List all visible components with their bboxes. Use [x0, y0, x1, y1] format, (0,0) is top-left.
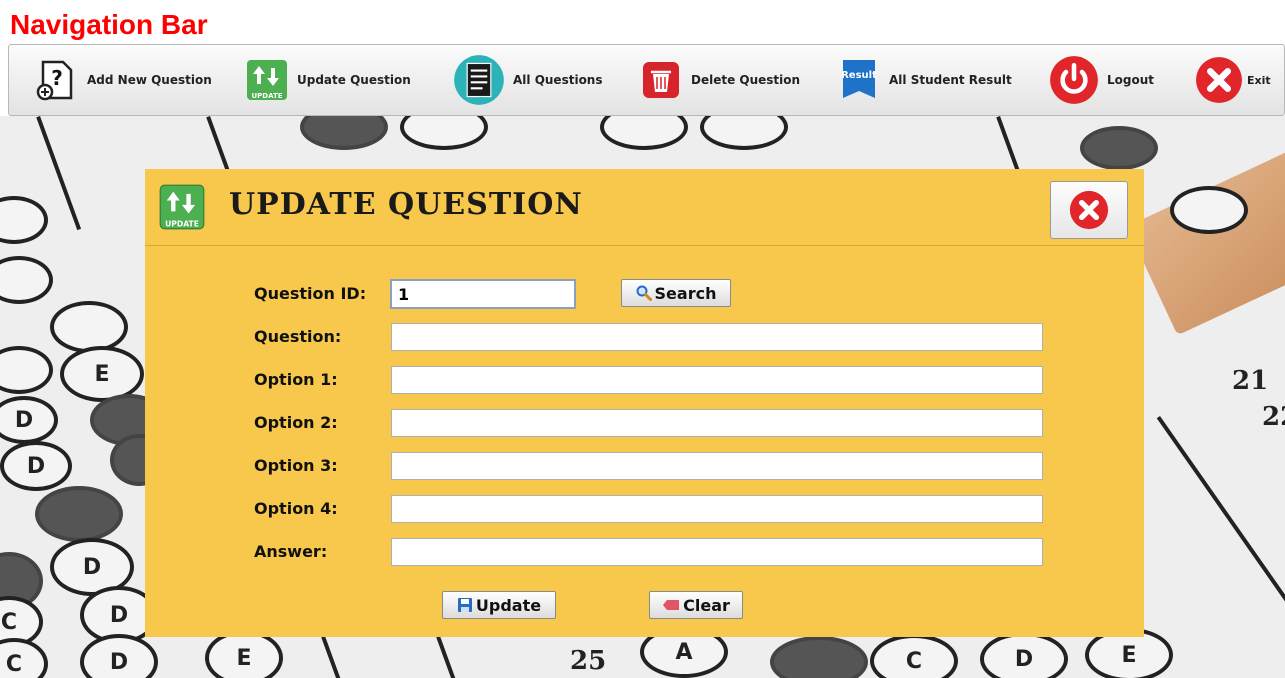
logout-button[interactable]: Logout: [1049, 55, 1154, 105]
question-label: Question:: [254, 327, 342, 346]
question-field[interactable]: [391, 323, 1043, 351]
answer-label: Answer:: [254, 542, 328, 561]
option-3-label: Option 3:: [254, 456, 338, 475]
answer-bubble: [770, 636, 868, 678]
dialog-header: UPDATE UPDATE QUESTION: [145, 169, 1144, 246]
answer-bubble: [0, 346, 53, 394]
sheet-line: [321, 636, 346, 678]
option-1-label: Option 1:: [254, 370, 338, 389]
answer-field[interactable]: [391, 538, 1043, 566]
answer-bubble: D: [0, 441, 72, 491]
clear-button[interactable]: Clear: [649, 591, 743, 619]
bubble-letter: A: [675, 639, 693, 665]
answer-bubble: [1080, 126, 1158, 170]
trash-icon: [643, 62, 679, 98]
question-id-label: Question ID:: [254, 284, 367, 303]
question-doc-icon: ?: [36, 60, 73, 101]
update-icon: UPDATE: [247, 60, 287, 100]
badge-text: UPDATE: [165, 220, 199, 229]
nav-label: All Student Result: [889, 73, 1012, 87]
floppy-disk-icon: [457, 598, 472, 612]
answer-bubble: D: [980, 632, 1068, 678]
answer-bubble: [400, 116, 488, 150]
option-3-field[interactable]: [391, 452, 1043, 480]
dialog-title: UPDATE QUESTION: [229, 187, 583, 222]
page-title: Navigation Bar: [10, 9, 208, 40]
update-icon: UPDATE: [159, 184, 205, 230]
answer-bubble: E: [205, 630, 283, 678]
bubble-letter: E: [94, 361, 110, 387]
update-button-label: Update: [475, 595, 542, 615]
update-button[interactable]: Update: [442, 591, 556, 619]
sheet-line: [436, 636, 461, 678]
exit-button[interactable]: Exit: [1195, 55, 1271, 105]
answer-bubble: [35, 486, 123, 542]
bubble-letter: D: [1014, 646, 1034, 672]
question-id-field[interactable]: [390, 279, 576, 309]
close-icon: [1069, 190, 1109, 230]
answer-bubble: [0, 256, 53, 304]
badge-text: Result: [841, 70, 877, 81]
bubble-letter: E: [236, 645, 252, 671]
nav-label: All Questions: [513, 73, 603, 87]
answer-bubble: [1170, 186, 1248, 234]
question-number: 22: [1262, 402, 1285, 432]
nav-label: Delete Question: [691, 73, 801, 87]
answer-bubble: D: [80, 634, 158, 678]
badge-text: UPDATE: [251, 92, 282, 100]
bubble-letter: D: [14, 407, 34, 433]
all-questions-button[interactable]: All Questions: [453, 55, 603, 105]
search-button[interactable]: Search: [621, 279, 731, 307]
bubble-letter: D: [109, 649, 129, 675]
option-4-label: Option 4:: [254, 499, 338, 518]
question-number: 21: [1232, 366, 1269, 396]
svg-text:?: ?: [51, 66, 63, 90]
question-number: 25: [570, 646, 607, 676]
close-icon: [1196, 57, 1242, 103]
result-ribbon-icon: Result: [841, 60, 877, 98]
eraser-icon: [663, 600, 680, 610]
nav-label: Exit: [1247, 73, 1271, 87]
bubble-letter: D: [109, 602, 129, 628]
nav-label: Add New Question: [87, 73, 212, 87]
bubble-letter: C: [905, 648, 923, 674]
delete-question-button[interactable]: Delete Question: [639, 55, 800, 105]
answer-bubble: [600, 116, 688, 150]
navigation-toolbar: ? Add New Question UPDATE Update Questio…: [8, 44, 1285, 116]
option-2-label: Option 2:: [254, 413, 338, 432]
bubble-letter: C: [5, 651, 23, 677]
bubble-letter: E: [1121, 642, 1137, 668]
answer-bubble: [300, 116, 388, 150]
bubble-letter: D: [26, 453, 46, 479]
answer-bubble: C: [0, 638, 48, 678]
nav-label: Update Question: [297, 73, 411, 87]
document-list-icon: [454, 55, 504, 105]
bubble-letter: C: [0, 609, 18, 635]
search-button-label: Search: [654, 283, 717, 303]
clear-button-label: Clear: [683, 595, 730, 615]
option-1-field[interactable]: [391, 366, 1043, 394]
bubble-letter: D: [82, 554, 102, 580]
search-icon: [636, 285, 652, 301]
answer-bubble: [0, 196, 48, 244]
answer-bubble: [700, 116, 788, 150]
nav-label: Logout: [1107, 73, 1155, 87]
answer-bubble: D: [0, 396, 58, 444]
option-2-field[interactable]: [391, 409, 1043, 437]
answer-bubble: [50, 301, 128, 353]
sheet-line: [1156, 416, 1285, 632]
update-question-dialog: UPDATE UPDATE QUESTION Question ID: Sear…: [145, 169, 1144, 637]
power-icon: [1050, 56, 1098, 104]
close-dialog-button[interactable]: [1050, 181, 1128, 239]
option-4-field[interactable]: [391, 495, 1043, 523]
all-student-result-button[interactable]: Result All Student Result: [837, 55, 1012, 105]
add-new-question-button[interactable]: ? Add New Question: [35, 55, 212, 105]
answer-bubble: C: [870, 634, 958, 678]
update-question-button[interactable]: UPDATE Update Question: [245, 55, 411, 105]
